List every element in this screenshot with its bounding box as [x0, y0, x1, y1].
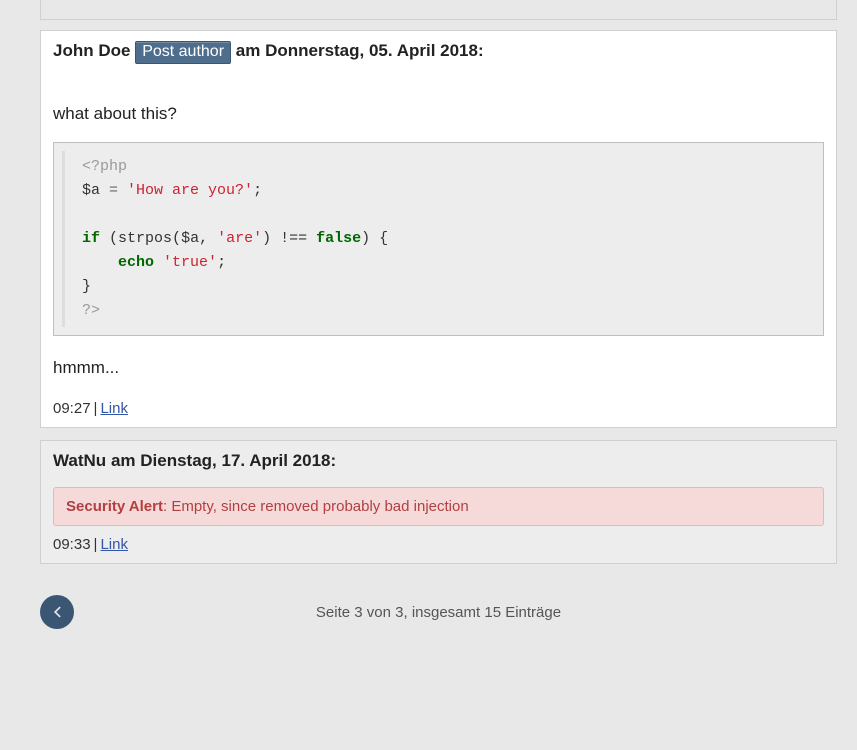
code-token-phptag: <?php — [82, 158, 127, 175]
alert-text: : Empty, since removed probably bad inje… — [163, 498, 469, 515]
code-token-string: 'true' — [163, 254, 217, 271]
code-token-keyword: echo — [118, 254, 154, 271]
colon: : — [478, 41, 484, 60]
code-token-indent — [82, 254, 118, 271]
comment-body-after: hmmm... — [53, 358, 824, 378]
previous-page-button[interactable] — [40, 595, 74, 629]
comment-date: Dienstag, 17. April 2018 — [140, 451, 330, 470]
code-token-punc: ( — [100, 230, 118, 247]
alert-title: Security Alert — [66, 498, 163, 515]
comment-card: WatNu am Dienstag, 17. April 2018: Secur… — [40, 440, 837, 564]
code-token-space — [154, 254, 163, 271]
chevron-left-icon — [48, 603, 66, 621]
code-token-punc: } — [82, 278, 91, 295]
code-token-punc: ( — [172, 230, 181, 247]
comment-author: WatNu — [53, 451, 106, 470]
code-token-phptag: ?> — [82, 302, 100, 319]
code-token-literal: false — [316, 230, 361, 247]
separator: | — [91, 536, 101, 553]
code-token-op: = — [100, 182, 127, 199]
permalink[interactable]: Link — [100, 400, 128, 417]
comment-author: John Doe — [53, 41, 130, 60]
code-token-func: strpos — [118, 230, 172, 247]
post-author-badge: Post author — [135, 41, 231, 64]
code-pre: <?php $a = 'How are you?'; if (strpos($a… — [72, 155, 805, 323]
code-token-var: $a — [181, 230, 199, 247]
code-token-string: 'are' — [217, 230, 262, 247]
comment-date: Donnerstag, 05. April 2018 — [265, 41, 478, 60]
comment-footer: 09:27|Link — [53, 400, 824, 417]
permalink[interactable]: Link — [100, 536, 128, 553]
pager-summary: Seite 3 von 3, insgesamt 15 Einträge — [74, 604, 803, 621]
code-token-punc: ) !== — [262, 230, 316, 247]
colon: : — [330, 451, 336, 470]
code-token-punc: ; — [217, 254, 226, 271]
code-token-string: 'How are you?' — [127, 182, 253, 199]
date-prefix: am — [111, 451, 136, 470]
code-token-punc: ) { — [361, 230, 388, 247]
comment-body-before: what about this? — [53, 104, 824, 124]
comment-header: John Doe Post author am Donnerstag, 05. … — [53, 41, 824, 64]
previous-comment-stub — [40, 0, 837, 20]
pager: Seite 3 von 3, insgesamt 15 Einträge — [40, 594, 837, 630]
comment-footer: 09:33|Link — [53, 536, 824, 553]
comment-card: John Doe Post author am Donnerstag, 05. … — [40, 30, 837, 428]
code-token-var: $a — [82, 182, 100, 199]
code-token-punc: ; — [253, 182, 262, 199]
comment-header: WatNu am Dienstag, 17. April 2018: — [53, 451, 824, 471]
code-block: <?php $a = 'How are you?'; if (strpos($a… — [53, 142, 824, 336]
comment-time: 09:33 — [53, 536, 91, 553]
date-prefix: am — [236, 41, 261, 60]
code-token-punc: , — [199, 230, 217, 247]
security-alert: Security Alert: Empty, since removed pro… — [53, 487, 824, 526]
code-token-keyword: if — [82, 230, 100, 247]
comment-time: 09:27 — [53, 400, 91, 417]
separator: | — [91, 400, 101, 417]
